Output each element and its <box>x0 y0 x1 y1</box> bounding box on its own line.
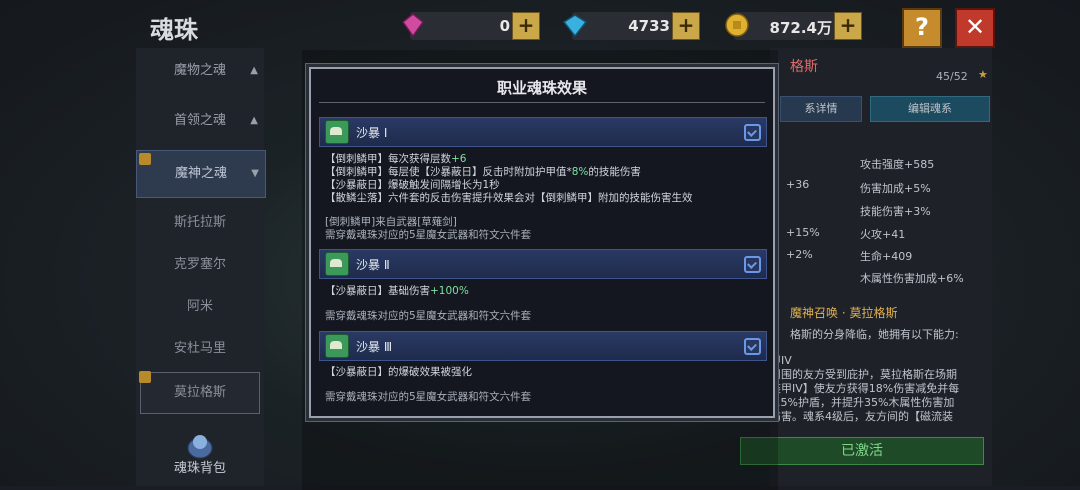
page-title: 魂珠 <box>150 16 198 44</box>
stat-right: 木属性伤害加成+6% <box>860 272 964 285</box>
gold-coin-icon <box>725 13 749 37</box>
set-requirement: 需穿戴魂珠对应的5星魔女武器和符文六件套 <box>325 310 532 322</box>
sidebar-category-boss[interactable]: 首领之魂 ▲ <box>136 98 264 144</box>
gold-coin-count: 872.4万 <box>769 19 832 37</box>
resource-gold-coin: 872.4万 + <box>725 12 862 40</box>
help-button[interactable]: ? <box>902 8 942 48</box>
effect-source: [倒刺鳞甲]来自武器[草薙剑] <box>325 216 457 228</box>
set-name: 沙暴 Ⅰ <box>356 126 388 140</box>
effect-line: 【倒刺鳞甲】每层使【沙暴蔽日】反击时附加护甲值*8%的技能伤害 <box>325 166 641 178</box>
blue-diamond-count: 4733 <box>628 17 670 35</box>
chevron-up-icon: ▲ <box>250 115 258 126</box>
star-icon: ★ <box>978 68 988 81</box>
add-pink-gem-button[interactable]: + <box>512 12 540 40</box>
sidebar-item-amy[interactable]: 阿米 <box>136 284 264 330</box>
stat-right: 技能伤害+3% <box>860 205 931 218</box>
divider <box>319 102 765 103</box>
summon-description: 格斯的分身降临，她拥有以下能力: <box>790 328 959 341</box>
sidebar-item-morax[interactable]: 莫拉格斯 <box>139 371 260 414</box>
check-badge-icon <box>744 124 761 141</box>
check-badge-icon <box>744 256 761 273</box>
resource-pink-gem: 0 + <box>401 12 540 40</box>
badge-icon <box>139 153 151 165</box>
stat-left: +15% <box>786 226 820 239</box>
sidebar-category-demon[interactable]: 魔神之魂 ▼ <box>136 150 266 198</box>
effect-line: 【沙暴蔽日】爆破触发间隔增长为1秒 <box>325 179 500 191</box>
chevron-down-icon: ▼ <box>251 168 259 179</box>
effect-line: 【沙暴蔽日】的爆破效果被强化 <box>325 366 472 378</box>
badge-icon <box>139 371 151 383</box>
add-gold-coin-button[interactable]: + <box>834 12 862 40</box>
tab-edit[interactable]: 编辑魂系 <box>870 96 990 122</box>
blue-diamond-icon <box>562 14 588 38</box>
resource-blue-diamond: 4733 + <box>562 12 700 40</box>
stat-right: 攻击强度+585 <box>860 158 935 171</box>
summon-line: 伤害。魂系4级后，友方间的【磁流装 <box>770 410 953 423</box>
sandstorm-icon <box>325 120 349 144</box>
effect-line: 【倒刺鳞甲】每次获得层数+6 <box>325 153 467 165</box>
set-header-1[interactable]: 沙暴 Ⅰ <box>319 117 767 147</box>
sidebar-item-stolas[interactable]: 斯托拉斯 <box>136 200 264 246</box>
collection-count: 45/52 <box>936 70 968 83</box>
set-name: 沙暴 Ⅱ <box>356 258 390 272</box>
soul-effect-dialog: 职业魂珠效果 沙暴 Ⅰ 【倒刺鳞甲】每次获得层数+6 【倒刺鳞甲】每层使【沙暴蔽… <box>309 67 775 418</box>
tab-details[interactable]: 系详情 <box>780 96 862 122</box>
sidebar-category-monster[interactable]: 魔物之魂 ▲ <box>136 48 264 94</box>
sandstorm-icon <box>325 252 349 276</box>
character-name: 格斯 <box>790 59 818 75</box>
pink-gem-count: 0 <box>499 17 510 35</box>
sidebar-item-crocell[interactable]: 克罗塞尔 <box>136 242 264 288</box>
add-blue-diamond-button[interactable]: + <box>672 12 700 40</box>
stat-left: +2% <box>786 248 813 261</box>
stat-right: 生命+409 <box>860 250 913 263</box>
soul-bag-icon <box>187 435 213 459</box>
summon-title: 魔神召唤 · 莫拉格斯 <box>790 306 898 320</box>
right-panel: 格斯 45/52 ★ 系详情 编辑魂系 +36 攻击强度+585 伤害加成+5%… <box>770 48 992 486</box>
sidebar: 魔物之魂 ▲ 首领之魂 ▲ 魔神之魂 ▼ 斯托拉斯 克罗塞尔 阿米 安杜马里 莫拉格斯… <box>136 48 266 486</box>
set-name: 沙暴 Ⅲ <box>356 340 393 354</box>
stat-right: 火攻+41 <box>860 228 906 241</box>
sidebar-item-andromalius[interactable]: 安杜马里 <box>136 326 264 372</box>
set-requirement: 需穿戴魂珠对应的5星魔女武器和符文六件套 <box>325 229 532 241</box>
effect-line: 【散鳞尘落】六件套的反击伤害提升效果会对【倒刺鳞甲】附加的技能伤害生效 <box>325 192 693 204</box>
pink-gem-icon <box>401 13 425 38</box>
dialog-title: 职业魂珠效果 <box>496 79 587 97</box>
chevron-up-icon: ▲ <box>250 65 258 76</box>
effect-line: 【沙暴蔽日】基础伤害+100% <box>325 285 469 297</box>
check-badge-icon <box>744 338 761 355</box>
set-requirement: 需穿戴魂珠对应的5星魔女武器和符文六件套 <box>325 391 532 403</box>
set-header-3[interactable]: 沙暴 Ⅲ <box>319 331 767 361</box>
set-header-2[interactable]: 沙暴 Ⅱ <box>319 249 767 279</box>
close-button[interactable]: ✕ <box>955 8 995 48</box>
stat-left: +36 <box>786 178 810 191</box>
sandstorm-icon <box>325 334 349 358</box>
stat-right: 伤害加成+5% <box>860 182 931 195</box>
